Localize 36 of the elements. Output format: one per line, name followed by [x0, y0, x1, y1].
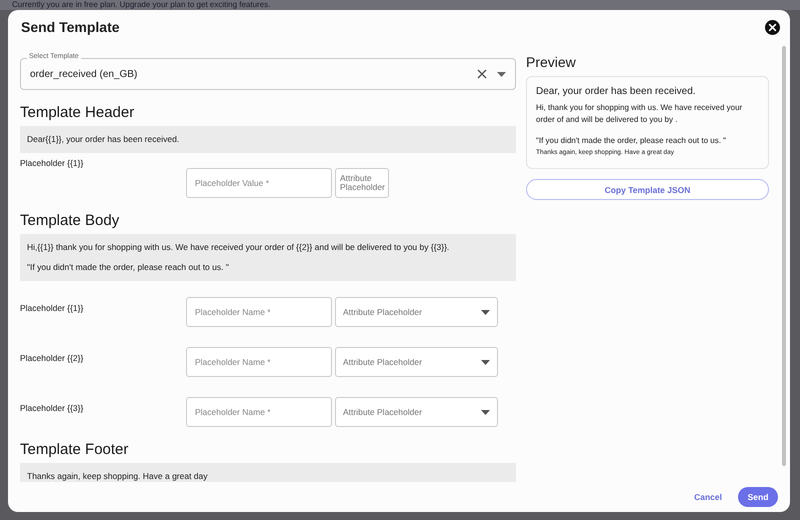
attribute-select[interactable]: Attribute Placeholder — [335, 347, 498, 377]
attribute-select[interactable]: Attribute Placeholder — [335, 297, 498, 327]
template-text: "If you didn't made the order, please reach out to us. " — [27, 262, 230, 273]
template-text: Thanks again, keep shopping. Have a great day — [27, 471, 209, 482]
copy-json-button[interactable]: Copy Template JSON — [526, 179, 769, 200]
preview-title: Preview — [526, 54, 577, 70]
preview-header: Dear, your order has been received. — [536, 86, 697, 97]
caret-icon — [497, 72, 506, 76]
dialog-title: Send Template — [21, 19, 120, 35]
attribute-select[interactable]: Attribute Placeholder — [335, 397, 498, 427]
scrollbar[interactable] — [782, 46, 786, 466]
template-text: Dear{{1}}, your order has been received. — [27, 134, 180, 145]
placeholder-label: Placeholder {{1}} — [20, 157, 84, 170]
section-heading: Template Header — [20, 104, 136, 121]
caret-icon — [481, 360, 490, 364]
section-heading: Template Body — [20, 212, 120, 229]
template-text: Hi,{{1}} thank you for shopping with us. We have received your order of {{2}} and will be delivered to you by {{3}}. — [27, 242, 450, 253]
clear-icon[interactable] — [477, 69, 487, 79]
template-select[interactable]: order_received (en_GB) — [20, 58, 516, 90]
section-heading: Template Footer — [20, 441, 130, 458]
placeholder-input[interactable]: Placeholder Value * — [186, 168, 332, 198]
caret-icon — [481, 410, 490, 414]
placeholder-input[interactable]: Placeholder Name * — [186, 397, 332, 427]
send-button[interactable]: Send — [738, 487, 778, 507]
preview-body-text: "If you didn't made the order, please reach out to us. " — [536, 135, 727, 147]
preview-body-text: Hi, thank you for shopping with us. We have received your order of and will be delivered to you by . — [536, 102, 744, 126]
placeholder-label: Placeholder {{1}} — [20, 302, 84, 315]
placeholder-label: Placeholder {{3}} — [20, 402, 84, 415]
cancel-button[interactable]: Cancel — [688, 491, 728, 503]
placeholder-input[interactable]: Placeholder Name * — [186, 347, 332, 377]
placeholder-label: Placeholder {{2}} — [20, 352, 84, 365]
attribute-select[interactable]: Attribute Placeholder — [335, 168, 389, 198]
caret-icon — [481, 310, 490, 314]
close-icon[interactable] — [765, 20, 780, 34]
plan-banner: Currently you are in free plan. Upgrade your plan to get exciting features. — [0, 0, 800, 10]
placeholder-input[interactable]: Placeholder Name * — [186, 297, 332, 327]
